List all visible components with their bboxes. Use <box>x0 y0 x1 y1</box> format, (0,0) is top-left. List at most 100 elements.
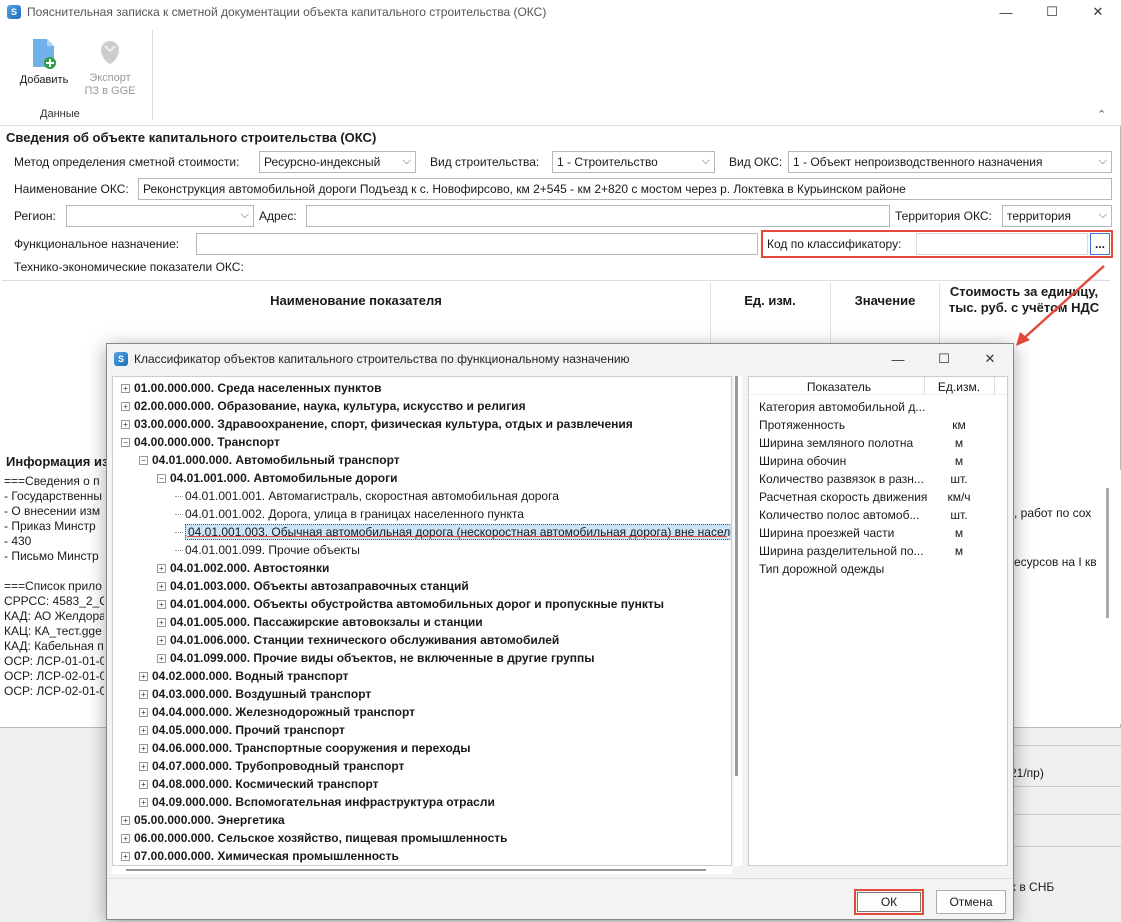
col-value-header[interactable]: Значение <box>831 283 939 317</box>
indicator-row[interactable]: Ширина земляного полотна м <box>759 434 963 452</box>
dialog-close-button[interactable]: ✕ <box>967 344 1013 374</box>
props-header-unit[interactable]: Ед.изм. <box>929 380 989 394</box>
tree-node[interactable]: 04.01.001.099. Прочие объекты <box>175 541 360 559</box>
indicator-row[interactable]: Количество развязок в разн... шт. <box>759 470 968 488</box>
tree-node[interactable]: +04.01.004.000. Объекты обустройства авт… <box>157 595 664 613</box>
expand-icon[interactable]: + <box>121 815 130 825</box>
collapse-icon[interactable]: − <box>139 455 148 465</box>
tree-node[interactable]: +04.01.099.000. Прочие виды объектов, не… <box>157 649 595 667</box>
tree-node[interactable]: +04.02.000.000. Водный транспорт <box>139 667 349 685</box>
expand-icon[interactable]: + <box>157 599 166 609</box>
tree-node[interactable]: 04.01.001.002. Дорога, улица в границах … <box>175 505 524 523</box>
tree-node[interactable]: −04.00.000.000. Транспорт <box>121 433 280 451</box>
tree-node[interactable]: +04.05.000.000. Прочий транспорт <box>139 721 345 739</box>
indicator-name: Ширина проезжей части <box>759 526 895 540</box>
expand-icon[interactable]: + <box>157 617 166 627</box>
dialog-maximize-button[interactable]: ☐ <box>921 344 967 374</box>
expand-icon[interactable]: + <box>139 725 148 735</box>
export-gge-button[interactable]: Экспорт ПЗ в GGE <box>80 38 140 98</box>
indicator-row[interactable]: Ширина обочин м <box>759 452 963 470</box>
export-emblem-icon <box>101 41 119 64</box>
tree-node[interactable]: +04.01.003.000. Объекты автозаправочных … <box>157 577 469 595</box>
address-input[interactable] <box>306 205 890 227</box>
expand-icon[interactable]: + <box>139 707 148 717</box>
expand-icon[interactable]: + <box>139 797 148 807</box>
expand-icon[interactable]: + <box>139 671 148 681</box>
build-type-combo[interactable]: 1 - Строительство ⌵ <box>552 151 715 173</box>
collapse-icon[interactable]: − <box>121 437 130 447</box>
expand-icon[interactable]: + <box>121 383 130 393</box>
tree-node[interactable]: +04.01.002.000. Автостоянки <box>157 559 329 577</box>
tree-vscrollbar[interactable] <box>734 376 742 866</box>
col-name-header[interactable]: Наименование показателя <box>2 283 710 317</box>
expand-icon[interactable]: + <box>121 419 130 429</box>
func-input[interactable] <box>196 233 758 255</box>
tree-node-label: 04.09.000.000. Вспомогательная инфрастру… <box>152 795 495 809</box>
oks-type-combo[interactable]: 1 - Объект непроизводственного назначени… <box>788 151 1112 173</box>
code-input[interactable] <box>916 233 1088 255</box>
expand-icon[interactable]: + <box>121 401 130 411</box>
tree-node[interactable]: +03.00.000.000. Здравоохранение, спорт, … <box>121 415 633 433</box>
tree-hscrollbar[interactable] <box>112 866 732 874</box>
col-unit-header[interactable]: Ед. изм. <box>711 283 829 317</box>
indicator-row[interactable]: Количество полос автомоб... шт. <box>759 506 968 524</box>
indicator-row[interactable]: Протяженность км <box>759 416 966 434</box>
indicator-unit: м <box>954 436 964 450</box>
expand-icon[interactable]: + <box>139 779 148 789</box>
code-browse-button[interactable]: ... <box>1090 233 1110 255</box>
expand-icon[interactable]: + <box>157 563 166 573</box>
method-combo[interactable]: Ресурсно-индексный ⌵ <box>259 151 416 173</box>
tree-node[interactable]: +04.07.000.000. Трубопроводный транспорт <box>139 757 404 775</box>
expand-icon[interactable]: + <box>157 635 166 645</box>
tree-node[interactable]: +01.00.000.000. Среда населенных пунктов <box>121 379 381 397</box>
tree-scroll-thumb[interactable] <box>735 376 738 776</box>
tree-node[interactable]: +04.03.000.000. Воздушный транспорт <box>139 685 371 703</box>
indicator-row[interactable]: Ширина разделительной по... м <box>759 542 963 560</box>
tree-node[interactable]: −04.01.000.000. Автомобильный транспорт <box>139 451 400 469</box>
info-scrollbar[interactable] <box>1106 488 1109 618</box>
tree-node[interactable]: +02.00.000.000. Образование, наука, куль… <box>121 397 526 415</box>
expand-icon[interactable]: + <box>139 761 148 771</box>
tree-node[interactable]: +04.04.000.000. Железнодорожный транспор… <box>139 703 415 721</box>
expand-icon[interactable]: + <box>157 653 166 663</box>
add-button[interactable]: Добавить <box>14 38 74 87</box>
expand-icon[interactable]: + <box>139 743 148 753</box>
props-header-name[interactable]: Показатель <box>779 380 899 394</box>
tree-node[interactable]: +06.00.000.000. Сельское хозяйство, пище… <box>121 829 508 847</box>
cancel-button[interactable]: Отмена <box>936 890 1006 914</box>
func-label: Функциональное назначение: <box>14 237 180 251</box>
expand-icon[interactable]: + <box>121 851 130 861</box>
tree-node[interactable]: +04.01.005.000. Пассажирские автовокзалы… <box>157 613 483 631</box>
minimize-button[interactable]: — <box>983 0 1029 24</box>
territory-combo[interactable]: территория ⌵ <box>1002 205 1112 227</box>
tree-node[interactable]: +04.06.000.000. Транспортные сооружения … <box>139 739 471 757</box>
tree-node[interactable]: +05.00.000.000. Энергетика <box>121 811 285 829</box>
region-combo[interactable]: ⌵ <box>66 205 254 227</box>
close-button[interactable]: ✕ <box>1075 0 1121 24</box>
tree-node[interactable]: +04.09.000.000. Вспомогательная инфрастр… <box>139 793 495 811</box>
classifier-tree[interactable]: +01.00.000.000. Среда населенных пунктов… <box>112 376 732 866</box>
name-input[interactable]: Реконструкция автомобильной дороги Подъе… <box>138 178 1112 200</box>
collapse-ribbon-icon[interactable]: ⌃ <box>1097 108 1106 121</box>
indicator-row[interactable]: Тип дорожной одежды <box>759 560 884 578</box>
dialog-minimize-button[interactable]: — <box>875 344 921 374</box>
indicator-row[interactable]: Ширина проезжей части м <box>759 524 963 542</box>
expand-icon[interactable]: + <box>139 689 148 699</box>
tree-node[interactable]: +04.08.000.000. Космический транспорт <box>139 775 379 793</box>
tree-node[interactable]: 04.01.001.003. Обычная автомобильная дор… <box>175 523 731 541</box>
indicator-row[interactable]: Категория автомобильной д... <box>759 398 925 416</box>
below-text-2: х в СНБ <box>1010 880 1055 894</box>
tree-node[interactable]: +04.01.006.000. Станции технического обс… <box>157 631 559 649</box>
tep-label: Технико-экономические показатели ОКС: <box>14 260 244 274</box>
expand-icon[interactable]: + <box>157 581 166 591</box>
indicator-row[interactable]: Расчетная скорость движения км/ч <box>759 488 971 506</box>
ok-button[interactable]: ОК <box>857 892 921 912</box>
tree-hscroll-thumb[interactable] <box>126 869 706 871</box>
tree-node-label: 05.00.000.000. Энергетика <box>134 813 285 827</box>
tree-node[interactable]: +07.00.000.000. Химическая промышленност… <box>121 847 399 865</box>
expand-icon[interactable]: + <box>121 833 130 843</box>
maximize-button[interactable]: ☐ <box>1029 0 1075 24</box>
tree-node[interactable]: 04.01.001.001. Автомагистраль, скоростна… <box>175 487 559 505</box>
collapse-icon[interactable]: − <box>157 473 166 483</box>
tree-node[interactable]: −04.01.001.000. Автомобильные дороги <box>157 469 398 487</box>
